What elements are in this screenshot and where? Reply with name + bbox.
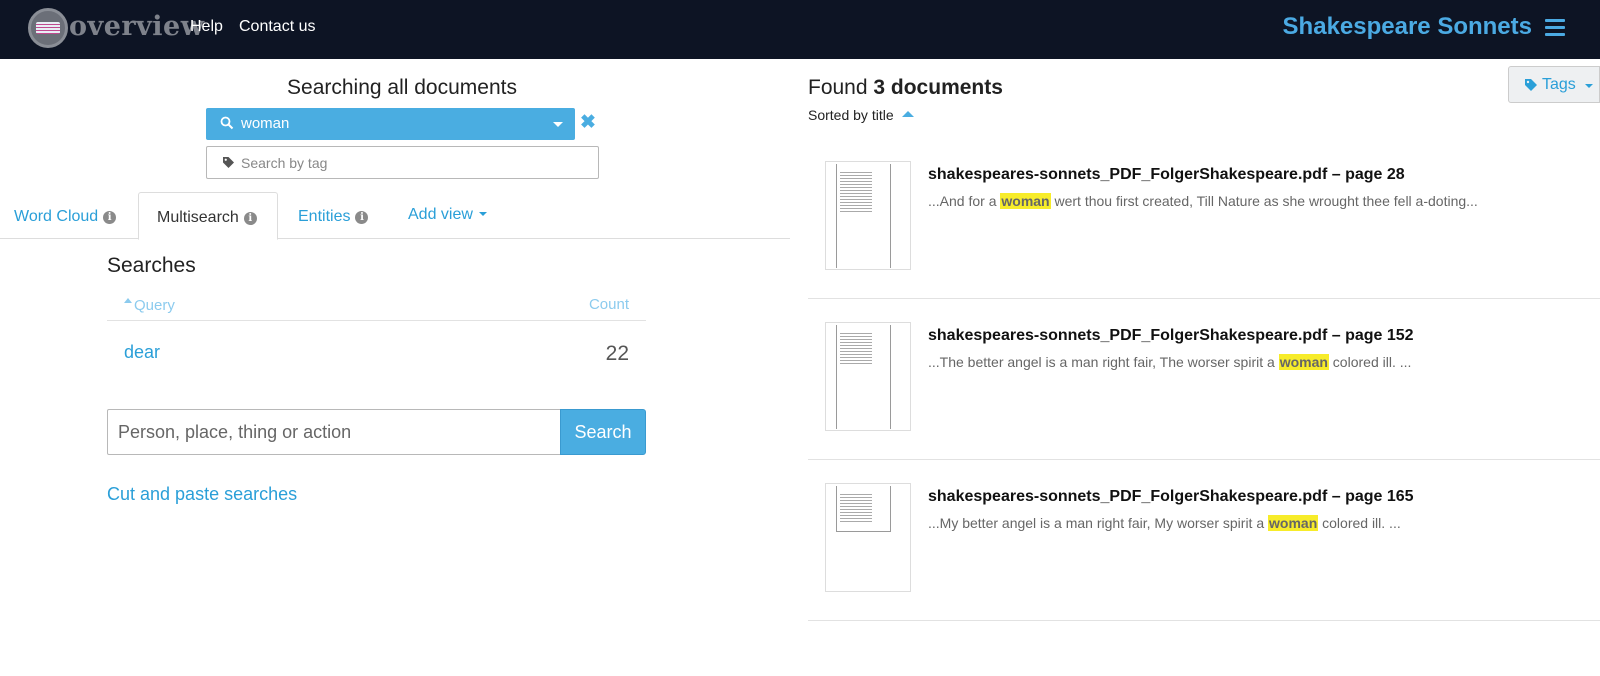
logo-wordmark: overview [69,11,205,42]
highlighted-term: woman [1000,193,1051,209]
tab-label: Add view [408,206,473,223]
tab-label: Entities [298,208,351,225]
highlighted-term: woman [1278,354,1329,370]
search-scope-heading: Searching all documents [287,76,517,99]
document-result[interactable]: shakespeares-sonnets_PDF_FolgerShakespea… [808,135,1600,299]
sort-up-icon [124,298,132,303]
search-count: 22 [605,342,629,365]
document-thumbnail [825,161,911,270]
searches-title: Searches [107,254,196,277]
tag-icon [223,157,234,168]
document-snippet: ...The better angel is a man right fair,… [928,354,1412,370]
count-column-header[interactable]: Count [589,296,629,313]
document-thumbnail [825,483,911,592]
search-button[interactable]: Search [560,409,646,455]
top-navbar: overview Help Contact us Shakespeare Son… [0,0,1600,59]
sort-control[interactable]: Sorted by title [808,107,914,123]
help-link[interactable]: Help [190,18,223,36]
tag-search-field[interactable]: Search by tag [206,146,599,179]
document-title[interactable]: shakespeares-sonnets_PDF_FolgerShakespea… [928,327,1414,345]
search-term-input[interactable] [107,409,562,455]
document-result[interactable]: shakespeares-sonnets_PDF_FolgerShakespea… [808,296,1600,460]
highlighted-term: woman [1268,515,1319,531]
tab-entities[interactable]: Entities i [298,192,369,239]
document-title[interactable]: shakespeares-sonnets_PDF_FolgerShakespea… [928,166,1405,184]
tab-multisearch[interactable]: Multisearch i [138,192,278,240]
clear-search-icon[interactable]: ✖ [580,111,596,134]
cut-paste-searches-link[interactable]: Cut and paste searches [107,484,297,505]
table-header: Query Count [107,294,646,321]
search-query-link[interactable]: dear [124,342,160,363]
tags-dropdown-button[interactable]: Tags [1508,66,1600,103]
chevron-down-icon[interactable] [553,122,563,127]
info-icon: i [243,212,257,225]
project-title[interactable]: Shakespeare Sonnets [1283,13,1532,41]
document-title[interactable]: shakespeares-sonnets_PDF_FolgerShakespea… [928,488,1414,506]
query-column-header[interactable]: Query [124,297,175,314]
caret-down-icon [1585,84,1593,88]
document-search-query[interactable]: woman [206,108,575,140]
document-thumbnail [825,322,911,431]
caret-down-icon [478,212,487,216]
tab-label: Word Cloud [14,208,99,225]
document-snippet: ...And for a woman wert thou first creat… [928,193,1478,209]
document-result[interactable]: shakespeares-sonnets_PDF_FolgerShakespea… [808,457,1600,621]
info-icon: i [355,211,369,224]
view-tabs: Word Cloud i Multisearch i Entities i Add v… [0,192,790,240]
info-icon: i [103,211,117,224]
results-count: Found 3 documents [808,76,1003,99]
sort-ascending-icon [901,111,914,117]
search-icon [220,116,234,130]
results-pane: Found 3 documents Sorted by title Tags s… [790,59,1600,676]
tab-label: Multisearch [157,209,239,226]
logo-emblem-icon [28,8,68,48]
add-view-dropdown[interactable]: Add view [408,192,487,239]
document-snippet: ...My better angel is a man right fair, … [928,515,1401,531]
tag-icon [1525,79,1537,91]
searches-table: Query Count dear 22 [107,294,646,384]
overview-logo[interactable]: overview [28,7,204,51]
tab-word-cloud[interactable]: Word Cloud i [14,192,117,239]
left-pane: Searching all documents woman ✖ Search b… [0,59,790,676]
tag-search-placeholder: Search by tag [241,155,328,171]
table-row: dear 22 [107,321,646,384]
hamburger-menu-icon[interactable] [1545,19,1565,36]
contact-us-link[interactable]: Contact us [239,18,315,36]
search-query-text: woman [241,115,290,132]
add-search-form: Search [107,409,646,455]
